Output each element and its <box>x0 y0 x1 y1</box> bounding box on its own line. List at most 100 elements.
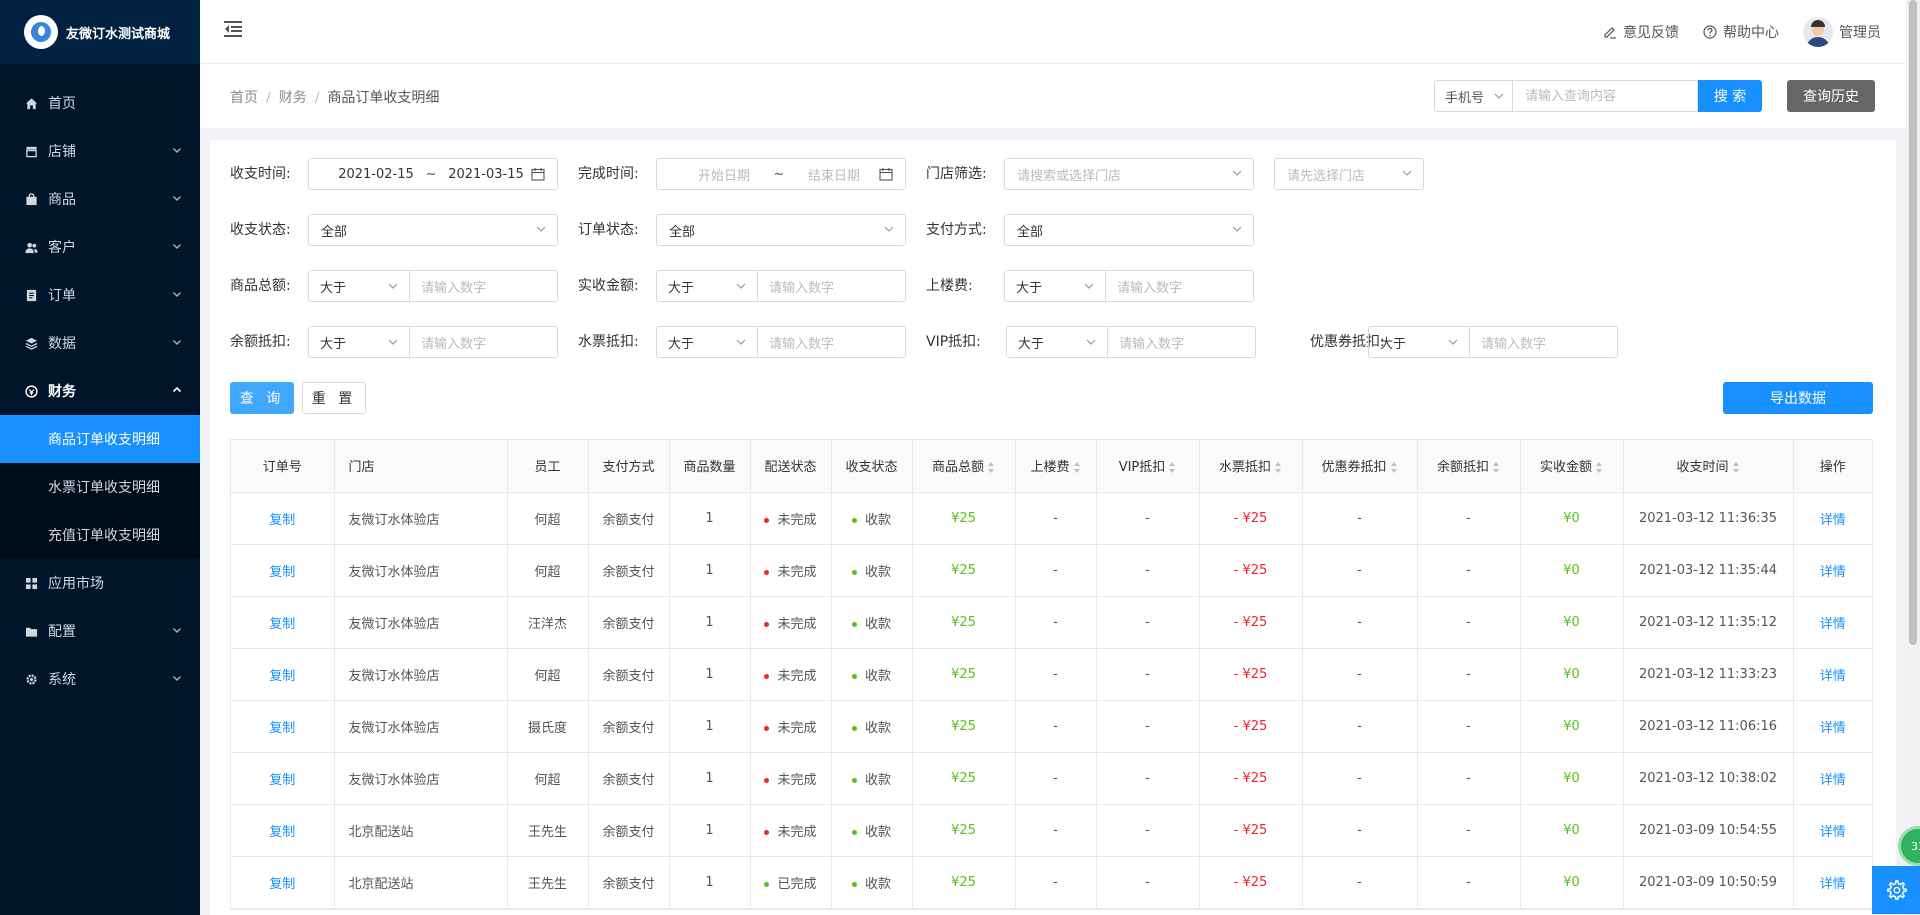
query-history-button[interactable]: 查询历史 <box>1787 80 1875 112</box>
detail-link[interactable]: 详情 <box>1820 721 1846 736</box>
column-header-vip-deduct[interactable]: VIP抵扣 <box>1096 440 1200 493</box>
copy-link[interactable]: 复制 <box>269 669 295 684</box>
page-scrollbar[interactable] <box>1906 0 1920 915</box>
cell-order-no[interactable]: 复制 <box>231 752 335 805</box>
ticket-input[interactable]: 请输入数字 <box>758 326 906 358</box>
sort-icon[interactable] <box>1732 461 1740 474</box>
cell-order-no[interactable]: 复制 <box>231 648 335 701</box>
user-menu[interactable]: 管理员 <box>1803 17 1881 47</box>
store-sub-select[interactable]: 请先选择门店 <box>1274 158 1424 190</box>
sidebar-item-goods[interactable]: 商品 <box>0 175 200 223</box>
copy-link[interactable]: 复制 <box>269 877 295 892</box>
sidebar-item-customers[interactable]: 客户 <box>0 223 200 271</box>
copy-link[interactable]: 复制 <box>269 773 295 788</box>
sort-icon[interactable] <box>1493 461 1500 474</box>
sort-icon[interactable] <box>1169 461 1176 474</box>
cell-order-no[interactable]: 复制 <box>231 544 335 597</box>
column-header-received[interactable]: 实收金额 <box>1520 440 1624 493</box>
sidebar-item-app-market[interactable]: 应用市场 <box>0 559 200 607</box>
copy-link[interactable]: 复制 <box>269 825 295 840</box>
sort-icon[interactable] <box>1390 461 1398 474</box>
sidebar-item-shop[interactable]: 店铺 <box>0 127 200 175</box>
goods-total-input[interactable]: 请输入数字 <box>410 270 558 302</box>
cell-actions[interactable]: 详情 <box>1793 648 1872 701</box>
upstairs-op-select[interactable]: 大于 <box>1004 270 1106 302</box>
balance-op-select[interactable]: 大于 <box>308 326 410 358</box>
column-header-balance-deduct[interactable]: 余额抵扣 <box>1417 440 1521 493</box>
cell-actions[interactable]: 详情 <box>1793 752 1872 805</box>
ticket-op-select[interactable]: 大于 <box>656 326 758 358</box>
submenu-item[interactable]: 充值订单收支明细 <box>0 511 200 559</box>
balance-input[interactable]: 请输入数字 <box>410 326 558 358</box>
brand[interactable]: 友微订水测试商城 <box>0 0 200 64</box>
breadcrumb-home[interactable]: 首页 <box>230 90 258 106</box>
copy-link[interactable]: 复制 <box>269 617 295 632</box>
settings-float-button[interactable] <box>1872 866 1920 914</box>
sort-icon[interactable] <box>1596 461 1603 474</box>
query-button[interactable]: 查 询 <box>230 382 294 414</box>
detail-link[interactable]: 详情 <box>1820 825 1846 840</box>
help-link[interactable]: 帮助中心 <box>1703 22 1779 42</box>
cell-actions[interactable]: 详情 <box>1793 700 1872 753</box>
sort-icon[interactable] <box>1073 461 1081 474</box>
search-type-select[interactable]: 手机号 <box>1434 80 1512 112</box>
feedback-link[interactable]: 意见反馈 <box>1603 22 1679 42</box>
pay-method-select[interactable]: 全部 <box>1004 214 1254 246</box>
scrollbar-thumb[interactable] <box>1909 0 1917 645</box>
sidebar-item-finance[interactable]: 财务 <box>0 367 200 415</box>
order-status-select[interactable]: 全部 <box>656 214 906 246</box>
column-header-goods-total[interactable]: 商品总额 <box>912 440 1016 493</box>
cell-actions[interactable]: 详情 <box>1793 492 1872 545</box>
store-select[interactable]: 请搜索或选择门店 <box>1004 158 1254 190</box>
cell-order-no[interactable]: 复制 <box>231 596 335 649</box>
coupon-op-select[interactable]: 大于 <box>1368 326 1470 358</box>
sidebar-item-home[interactable]: 首页 <box>0 79 200 127</box>
column-header-income-time[interactable]: 收支时间 <box>1623 440 1794 493</box>
cell-order-no[interactable]: 复制 <box>231 700 335 753</box>
menu-collapse-icon[interactable] <box>224 20 244 38</box>
sidebar-item-system[interactable]: 系统 <box>0 655 200 703</box>
goods-total-op-select[interactable]: 大于 <box>308 270 410 302</box>
detail-link[interactable]: 详情 <box>1820 513 1846 528</box>
breadcrumb-finance[interactable]: 财务 <box>279 90 307 106</box>
coupon-input[interactable]: 请输入数字 <box>1470 326 1618 358</box>
upstairs-input[interactable]: 请输入数字 <box>1106 270 1254 302</box>
sidebar-item-config[interactable]: 配置 <box>0 607 200 655</box>
income-time-range[interactable]: 2021-02-15 ~ 2021-03-15 <box>308 158 558 190</box>
cell-actions[interactable]: 详情 <box>1793 596 1872 649</box>
detail-link[interactable]: 详情 <box>1820 565 1846 580</box>
vip-op-select[interactable]: 大于 <box>1006 326 1108 358</box>
received-input[interactable]: 请输入数字 <box>758 270 906 302</box>
detail-link[interactable]: 详情 <box>1820 877 1846 892</box>
cell-order-no[interactable]: 复制 <box>231 492 335 545</box>
detail-link[interactable]: 详情 <box>1820 773 1846 788</box>
finish-time-range[interactable]: 开始日期 ~ 结束日期 <box>656 158 906 190</box>
sort-icon[interactable] <box>988 461 995 474</box>
cell-actions[interactable]: 详情 <box>1793 804 1872 857</box>
column-header-upstairs-fee[interactable]: 上楼费 <box>1015 440 1097 493</box>
column-header-coupon-deduct[interactable]: 优惠券抵扣 <box>1302 440 1418 493</box>
copy-link[interactable]: 复制 <box>269 513 295 528</box>
search-input[interactable] <box>1512 80 1698 112</box>
cell-actions[interactable]: 详情 <box>1793 544 1872 597</box>
copy-link[interactable]: 复制 <box>269 721 295 736</box>
search-button[interactable]: 搜 索 <box>1698 80 1762 112</box>
sidebar-item-data[interactable]: 数据 <box>0 319 200 367</box>
floating-badge[interactable]: 33 <box>1898 826 1920 866</box>
received-op-select[interactable]: 大于 <box>656 270 758 302</box>
detail-link[interactable]: 详情 <box>1820 669 1846 684</box>
export-button[interactable]: 导出数据 <box>1723 382 1873 414</box>
copy-link[interactable]: 复制 <box>269 565 295 580</box>
column-header-ticket-deduct[interactable]: 水票抵扣 <box>1199 440 1303 493</box>
submenu-item[interactable]: 水票订单收支明细 <box>0 463 200 511</box>
cell-order-no[interactable]: 复制 <box>231 856 335 909</box>
sidebar-item-orders[interactable]: 订单 <box>0 271 200 319</box>
cell-order-no[interactable]: 复制 <box>231 804 335 857</box>
cell-actions[interactable]: 详情 <box>1793 856 1872 909</box>
reset-button[interactable]: 重 置 <box>302 382 366 414</box>
income-status-select[interactable]: 全部 <box>308 214 558 246</box>
submenu-item[interactable]: 商品订单收支明细 <box>0 415 200 463</box>
detail-link[interactable]: 详情 <box>1820 617 1846 632</box>
sort-icon[interactable] <box>1275 461 1282 474</box>
vip-input[interactable]: 请输入数字 <box>1108 326 1256 358</box>
